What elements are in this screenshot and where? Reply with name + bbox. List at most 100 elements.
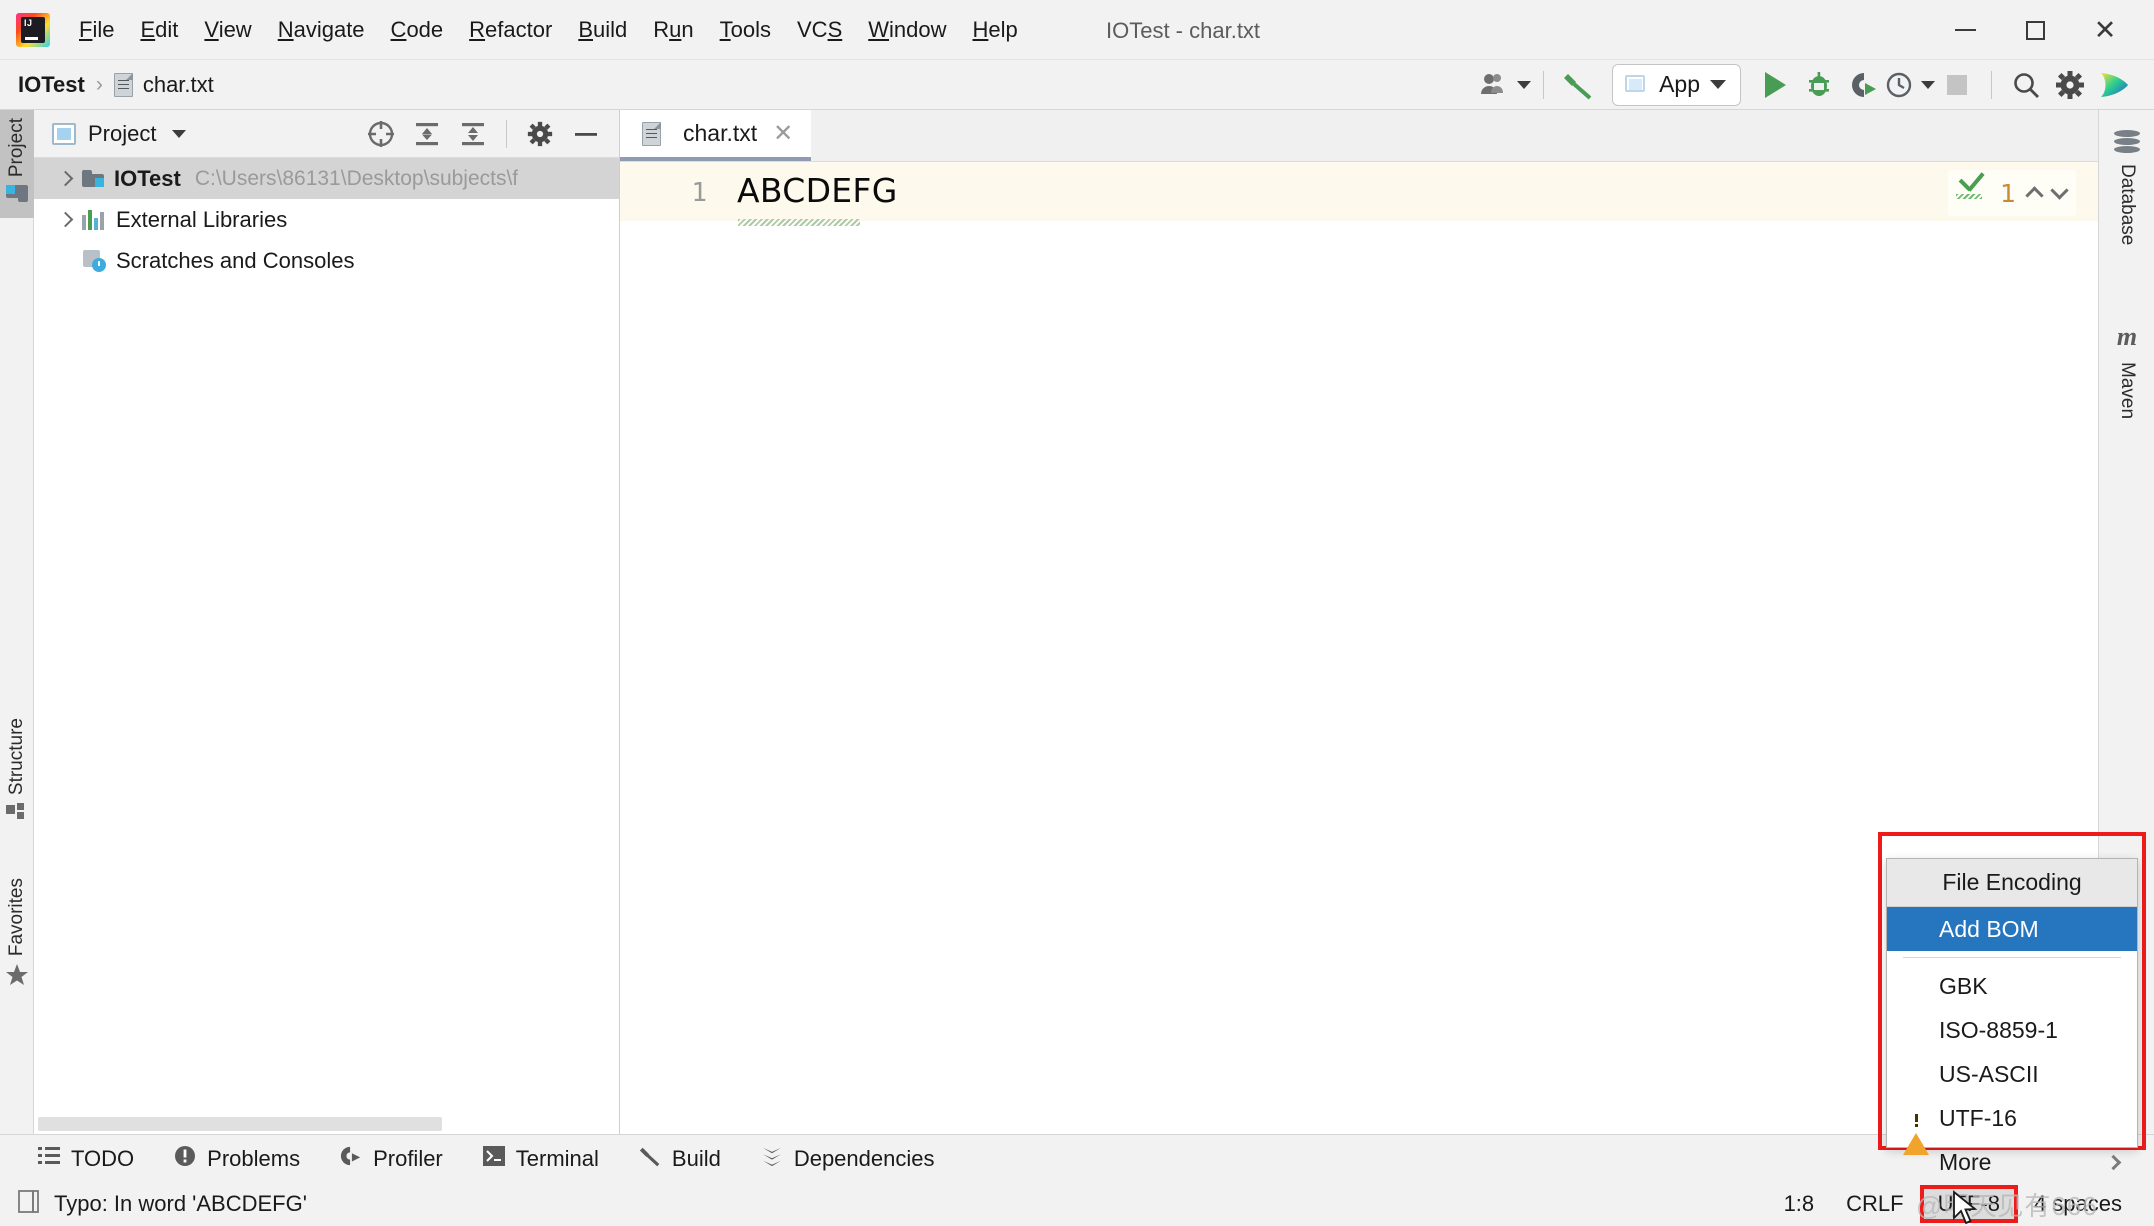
inspection-widget[interactable]: 1 <box>1948 170 2076 216</box>
problems-icon <box>174 1145 196 1172</box>
close-icon[interactable]: ✕ <box>773 119 793 148</box>
run-play-icon[interactable] <box>1753 63 1797 107</box>
user-accounts-icon[interactable] <box>1481 63 1532 107</box>
line-separator[interactable]: CRLF <box>1830 1187 1919 1221</box>
bottom-item-dependencies[interactable]: Dependencies <box>741 1136 955 1182</box>
menu-item-view[interactable]: View <box>191 11 264 49</box>
menu-item-run[interactable]: Run <box>640 11 706 49</box>
tree-node-label: Scratches and Consoles <box>116 247 355 273</box>
terminal-icon <box>482 1146 505 1171</box>
sidebar-item-database[interactable]: Database <box>2099 130 2154 245</box>
editor-tab-label: char.txt <box>683 120 758 146</box>
bottom-tool-window-bar: TODO Problems Profiler Terminal Build De… <box>0 1134 2154 1182</box>
sidebar-item-favorites[interactable]: Favorites <box>0 878 34 1028</box>
sidebar-item-database-label: Database <box>2117 164 2138 246</box>
build-hammer-icon[interactable] <box>1556 63 1600 107</box>
popup-item-add-bom[interactable]: Add BOM <box>1887 907 2137 951</box>
run-with-coverage-icon[interactable] <box>1841 63 1885 107</box>
editor-gutter[interactable]: 1 <box>620 162 725 1134</box>
navigation-bar: IOTest › char.txt App <box>0 60 2154 110</box>
project-tree: IOTest C:\Users\86131\Desktop\subjects\f… <box>34 158 619 1114</box>
run-configuration-selector[interactable]: App <box>1612 63 1741 106</box>
ide-assistant-icon[interactable] <box>2092 63 2136 107</box>
close-icon[interactable]: ✕ <box>2070 0 2140 60</box>
debug-bug-icon[interactable] <box>1797 63 1841 107</box>
minimize-icon[interactable] <box>1930 0 2000 60</box>
sidebar-item-project[interactable]: Project <box>0 110 34 218</box>
settings-gear-icon[interactable] <box>2048 63 2092 107</box>
bottom-item-label: Build <box>671 1145 721 1171</box>
editor-content[interactable]: ABCDEFG <box>737 171 898 210</box>
tree-node-label: External Libraries <box>116 206 288 232</box>
stop-square-icon[interactable] <box>1935 63 1979 107</box>
left-tool-window-bar: Project Structure Favorites <box>0 110 34 1134</box>
title-bar: IJ File Edit View Navigate Code Refactor… <box>0 0 2154 60</box>
menu-bar: File Edit View Navigate Code Refactor Bu… <box>66 11 1031 49</box>
indent-widget[interactable]: 4 spaces <box>2018 1187 2138 1221</box>
chevron-right-icon[interactable] <box>52 211 78 228</box>
tree-node-path: C:\Users\86131\Desktop\subjects\f <box>194 166 519 190</box>
build-hammer-icon <box>639 1145 661 1172</box>
menu-item-tools[interactable]: Tools <box>707 11 784 49</box>
bottom-item-problems[interactable]: Problems <box>154 1136 320 1182</box>
menu-item-refactor[interactable]: Refactor <box>456 11 565 49</box>
tree-node-iotest[interactable]: IOTest C:\Users\86131\Desktop\subjects\f <box>34 158 619 199</box>
breadcrumb-project[interactable]: IOTest <box>18 72 85 98</box>
sidebar-item-maven[interactable]: m Maven <box>2099 322 2154 419</box>
text-file-icon <box>642 121 661 146</box>
status-bar: Typo: In word 'ABCDEFG' 1:8 CRLF UTF-8 4… <box>0 1182 2154 1226</box>
bottom-item-profiler[interactable]: Profiler <box>320 1136 463 1182</box>
popup-item-label: More <box>1939 1148 1992 1175</box>
chevron-down-icon[interactable] <box>172 129 187 138</box>
project-tree-horizontal-scrollbar[interactable] <box>34 1114 619 1134</box>
menu-item-build[interactable]: Build <box>565 11 640 49</box>
window-title: IOTest - char.txt <box>1106 18 1261 43</box>
tree-node-scratches-and-consoles[interactable]: Scratches and Consoles <box>34 240 619 281</box>
bottom-item-terminal[interactable]: Terminal <box>463 1136 619 1182</box>
chevron-right-icon[interactable] <box>52 170 78 187</box>
bottom-item-label: TODO <box>71 1145 135 1171</box>
project-folder-icon <box>6 185 28 203</box>
menu-item-code[interactable]: Code <box>378 11 457 49</box>
project-view-icon <box>52 122 76 145</box>
menu-item-file[interactable]: File <box>66 11 127 49</box>
popup-item-label: Add BOM <box>1939 915 2039 942</box>
profiler-clock-icon[interactable] <box>1885 63 1935 107</box>
popup-item-us-ascii[interactable]: US-ASCII <box>1887 1052 2137 1096</box>
menu-item-edit[interactable]: Edit <box>127 11 191 49</box>
menu-item-help[interactable]: Help <box>960 11 1031 49</box>
breadcrumb-file[interactable]: char.txt <box>143 72 214 98</box>
bottom-item-label: Profiler <box>373 1145 443 1171</box>
typo-squiggle-underline <box>738 219 860 226</box>
sidebar-item-structure[interactable]: Structure <box>0 718 34 848</box>
code-editor[interactable]: 1 ABCDEFG 1 <box>620 162 2098 1134</box>
search-icon[interactable] <box>2004 63 2048 107</box>
collapse-all-icon[interactable] <box>452 113 494 155</box>
tree-node-label: IOTest <box>114 165 181 191</box>
menu-item-window[interactable]: Window <box>855 11 959 49</box>
bottom-item-build[interactable]: Build <box>619 1136 741 1182</box>
maximize-icon[interactable] <box>2000 0 2070 60</box>
chevron-down-icon <box>1710 80 1726 89</box>
popup-item-gbk[interactable]: GBK <box>1887 964 2137 1008</box>
chevron-up-icon[interactable] <box>2025 186 2044 205</box>
popup-item-iso-8859-1[interactable]: ISO-8859-1 <box>1887 1008 2137 1052</box>
chevron-down-icon[interactable] <box>2050 181 2069 200</box>
tree-node-external-libraries[interactable]: External Libraries <box>34 199 619 240</box>
sidebar-item-maven-label: Maven <box>2117 362 2138 420</box>
settings-gear-icon[interactable] <box>519 113 561 155</box>
popup-item-utf-16[interactable]: UTF-16 <box>1887 1096 2137 1155</box>
caret-position[interactable]: 1:8 <box>1768 1187 1831 1221</box>
menu-item-navigate[interactable]: Navigate <box>265 11 378 49</box>
scratches-consoles-icon <box>82 249 106 272</box>
menu-item-vcs[interactable]: VCS <box>784 11 855 49</box>
expand-all-icon[interactable] <box>406 113 448 155</box>
popup-item-more[interactable]: More <box>1887 1140 2137 1184</box>
editor-tab-char-txt[interactable]: char.txt ✕ <box>620 110 812 161</box>
crosshair-target-icon[interactable] <box>360 113 402 155</box>
mouse-cursor <box>1953 1190 1978 1225</box>
minimize-dash-icon[interactable] <box>565 113 607 155</box>
bottom-item-todo[interactable]: TODO <box>18 1136 154 1182</box>
scrollbar-thumb[interactable] <box>38 1117 442 1131</box>
popup-item-label: GBK <box>1939 972 1988 999</box>
